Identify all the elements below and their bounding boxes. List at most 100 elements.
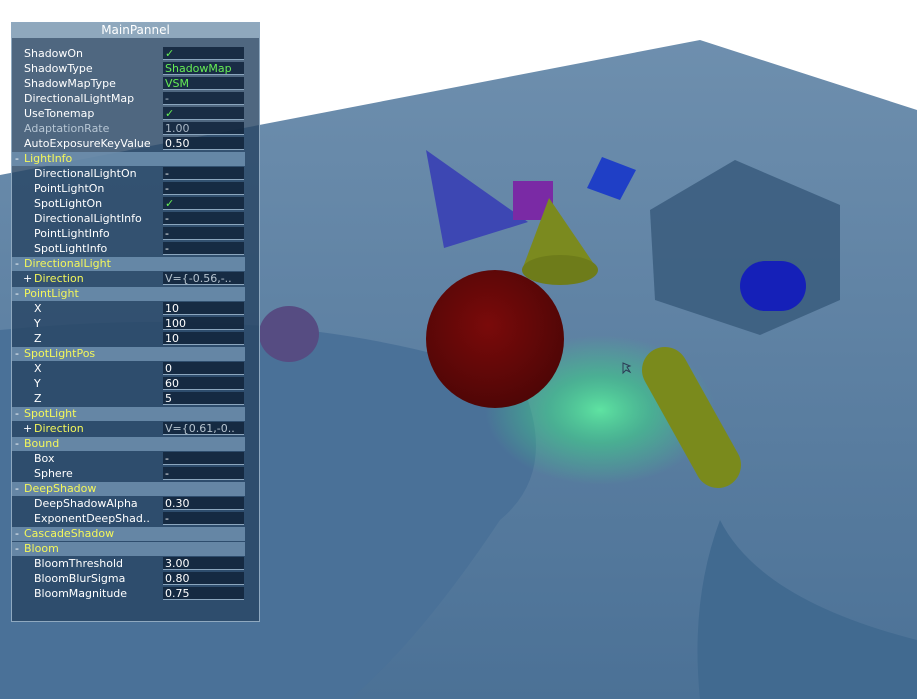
property-value-field[interactable]: 0.75 [163,587,244,600]
property-label: X [34,362,42,375]
property-value-field[interactable]: - [163,182,244,195]
category-directionallight[interactable]: - DirectionalLight [12,257,245,271]
property-label: X [34,302,42,315]
property-value-field[interactable]: 0 [163,362,244,375]
property-row: PointLightInfo - [12,226,245,241]
property-label: SpotLightInfo [34,242,108,255]
property-label: Y [34,317,41,330]
category-label: CascadeShadow [24,527,115,540]
property-label: AdaptationRate [24,122,110,135]
property-label: ShadowMapType [24,77,116,90]
property-row: DirectionalLightInfo - [12,211,245,226]
property-value-field[interactable]: 3.00 [163,557,244,570]
collapse-toggle-icon[interactable]: - [15,482,19,496]
collapse-toggle-icon[interactable]: - [15,347,19,361]
property-label: SpotLightOn [34,197,103,210]
property-row: PointLightOn - [12,181,245,196]
property-value-field[interactable]: 1.00 [163,122,244,135]
category-cascadeshadow[interactable]: - CascadeShadow [12,527,245,541]
category-label: DirectionalLight [24,257,111,270]
property-row: Y 100 [12,316,245,331]
property-row: ShadowType ShadowMap [12,61,245,76]
property-value-field[interactable]: - [163,242,244,255]
property-value-field[interactable]: 0.30 [163,497,244,510]
category-label: SpotLightPos [24,347,96,360]
property-row: + Direction V={0.61,-0.. [12,421,245,436]
cone-base [522,255,598,285]
category-deepshadow[interactable]: - DeepShadow [12,482,245,496]
property-label: ShadowType [24,62,93,75]
property-label: AutoExposureKeyValue [24,137,151,150]
property-row: DirectionalLightMap - [12,91,245,106]
property-value-field[interactable]: 0.50 [163,137,244,150]
category-label: LightInfo [24,152,73,165]
property-value-field[interactable]: - [163,212,244,225]
property-value-field[interactable]: - [163,227,244,240]
property-value-field[interactable]: - [163,467,244,480]
property-row: BloomBlurSigma 0.80 [12,571,245,586]
category-label: Bound [24,437,60,450]
collapse-toggle-icon[interactable]: - [15,527,19,541]
property-value-field[interactable]: V={-0.56,-.. [163,272,244,285]
property-value-field[interactable]: - [163,167,244,180]
property-row: BloomMagnitude 0.75 [12,586,245,601]
category-bound[interactable]: - Bound [12,437,245,451]
collapse-toggle-icon[interactable]: - [15,437,19,451]
property-row: Z 10 [12,331,245,346]
property-label: Y [34,377,41,390]
property-label: PointLightInfo [34,227,110,240]
property-value-field[interactable]: 10 [163,302,244,315]
property-label: DirectionalLightOn [34,167,137,180]
collapse-toggle-icon[interactable]: - [15,152,19,166]
category-pointlight[interactable]: - PointLight [12,287,245,301]
expand-toggle-icon[interactable]: + [23,421,32,436]
property-label: BloomMagnitude [34,587,128,600]
property-value-field[interactable]: ✓ [163,197,244,210]
category-label: SpotLight [24,407,77,420]
property-row: DeepShadowAlpha 0.30 [12,496,245,511]
property-row: X 10 [12,301,245,316]
property-value-field[interactable]: V={0.61,-0.. [163,422,244,435]
property-label: Direction [34,422,84,435]
property-value-field[interactable]: ✓ [163,47,244,60]
property-value-field[interactable]: ShadowMap [163,62,244,75]
property-value-field[interactable]: 10 [163,332,244,345]
property-value-field[interactable]: ✓ [163,107,244,120]
property-label: Box [34,452,55,465]
collapse-toggle-icon[interactable]: - [15,407,19,421]
property-row: Box - [12,451,245,466]
category-label: Bloom [24,542,59,555]
category-spotlightpos[interactable]: - SpotLightPos [12,347,245,361]
property-value-field[interactable]: 0.80 [163,572,244,585]
property-label: Z [34,392,42,405]
property-value-field[interactable]: - [163,512,244,525]
collapse-toggle-icon[interactable]: - [15,287,19,301]
property-value-field[interactable]: - [163,92,244,105]
property-row: Y 60 [12,376,245,391]
property-value-field[interactable]: 60 [163,377,244,390]
collapse-toggle-icon[interactable]: - [15,542,19,556]
property-label: UseTonemap [24,107,95,120]
property-row: ExponentDeepShad.. - [12,511,245,526]
main-panel: MainPannel ShadowOn ✓ ShadowType ShadowMap S… [11,22,260,622]
category-spotlight[interactable]: - SpotLight [12,407,245,421]
panel-title[interactable]: MainPannel [12,23,259,38]
property-label: DeepShadowAlpha [34,497,138,510]
property-label: Sphere [34,467,73,480]
property-value-field[interactable]: - [163,452,244,465]
collapse-toggle-icon[interactable]: - [15,257,19,271]
property-value-field[interactable]: 5 [163,392,244,405]
category-label: PointLight [24,287,79,300]
property-row: + Direction V={-0.56,-.. [12,271,245,286]
property-label: DirectionalLightMap [24,92,135,105]
category-lightinfo[interactable]: - LightInfo [12,152,245,166]
category-bloom[interactable]: - Bloom [12,542,245,556]
property-label: PointLightOn [34,182,105,195]
property-row: Sphere - [12,466,245,481]
property-value-field[interactable]: VSM [163,77,244,90]
property-row: BloomThreshold 3.00 [12,556,245,571]
property-row: X0 [12,361,245,376]
property-value-field[interactable]: 100 [163,317,244,330]
property-row: ShadowMapType VSM [12,76,245,91]
expand-toggle-icon[interactable]: + [23,271,32,286]
